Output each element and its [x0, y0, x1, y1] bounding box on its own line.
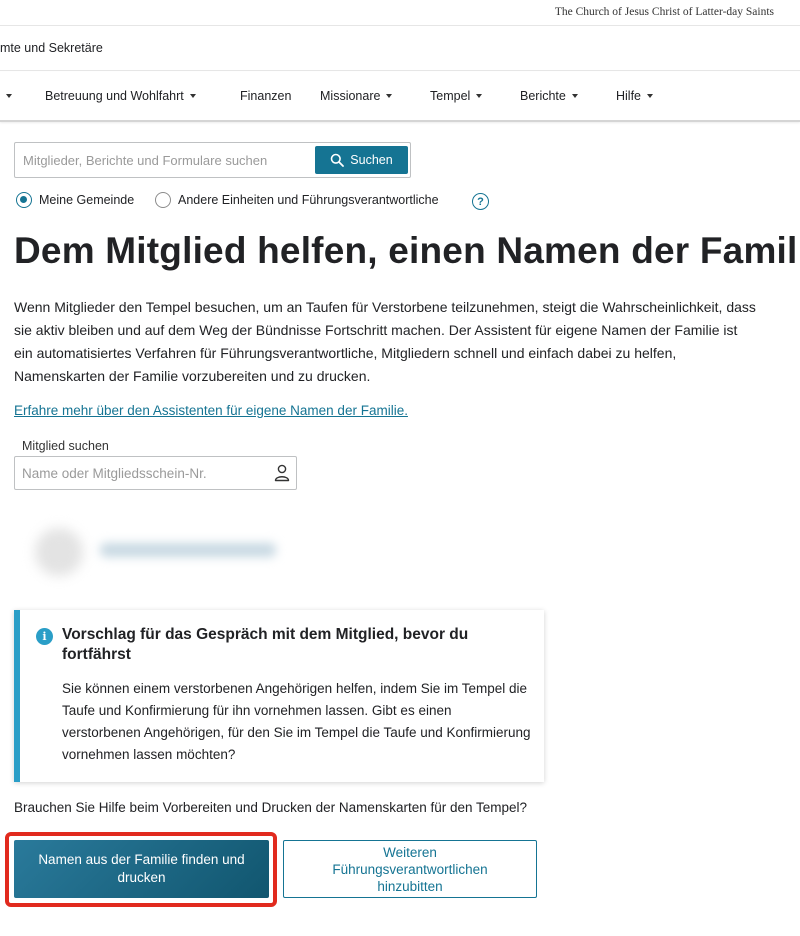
invite-leader-button[interactable]: Weiteren Führungsverantwortlichen hinzub… [283, 840, 537, 898]
sub-header: mte und Sekretäre [0, 27, 800, 71]
radio-my-ward[interactable]: Meine Gemeinde [16, 192, 134, 208]
main-nav: Betreuung und Wohlfahrt Finanzen Mission… [0, 72, 800, 122]
nav-label: Finanzen [240, 89, 292, 103]
nav-item-hilfe[interactable]: Hilfe [616, 89, 654, 103]
nav-label: Hilfe [616, 89, 642, 103]
member-search-input[interactable] [15, 457, 265, 489]
chevron-down-icon [476, 93, 483, 98]
nav-item-berichte[interactable]: Berichte [520, 89, 578, 103]
nav-item-cut-off[interactable] [0, 89, 12, 103]
site-title[interactable]: mte und Sekretäre [0, 41, 103, 55]
help-question: Brauchen Sie Hilfe beim Vorbereiten und … [14, 800, 528, 815]
nav-label: Berichte [520, 89, 566, 103]
callout-title: Vorschlag für das Gespräch mit dem Mitgl… [62, 626, 469, 663]
chevron-down-icon [386, 93, 393, 98]
learn-more-link[interactable]: Erfahre mehr über den Assistenten für ei… [14, 403, 408, 418]
search-input[interactable] [15, 143, 313, 177]
search-button[interactable]: Suchen [315, 146, 408, 174]
radio-checked-icon [16, 192, 32, 208]
brand-name[interactable]: The Church of Jesus Christ of Latter-day… [555, 6, 774, 18]
member-search-label: Mitglied suchen [22, 439, 109, 453]
nav-item-tempel[interactable]: Tempel [430, 89, 483, 103]
member-search-field [14, 456, 297, 490]
person-icon[interactable] [274, 464, 290, 482]
top-bar: The Church of Jesus Christ of Latter-day… [0, 0, 800, 26]
chevron-down-icon [6, 93, 12, 98]
search-button-label: Suchen [350, 153, 393, 167]
nav-item-betreuung[interactable]: Betreuung und Wohlfahrt [45, 89, 196, 103]
blurred-member-name[interactable] [100, 543, 276, 557]
radio-label: Meine Gemeinde [39, 193, 135, 207]
help-icon[interactable]: ? [472, 193, 489, 210]
nav-item-finanzen[interactable]: Finanzen [240, 89, 291, 103]
chevron-down-icon [189, 93, 196, 98]
radio-other-units[interactable]: Andere Einheiten und Führungsverantwortl… [155, 192, 439, 208]
nav-item-missionare[interactable]: Missionare [320, 89, 393, 103]
info-icon: i [36, 628, 53, 645]
radio-label: Andere Einheiten und Führungsverantwortl… [178, 193, 439, 207]
find-and-print-names-button[interactable]: Namen aus der Familie finden und drucken [14, 840, 269, 898]
nav-label: Betreuung und Wohlfahrt [45, 89, 184, 103]
nav-label: Missionare [320, 89, 381, 103]
avatar[interactable] [35, 528, 83, 576]
nav-label: Tempel [430, 89, 471, 103]
radio-unchecked-icon [155, 192, 171, 208]
chevron-down-icon [571, 93, 578, 98]
chevron-down-icon [647, 93, 654, 98]
conversation-tip-callout: i Vorschlag für das Gespräch mit dem Mit… [14, 610, 544, 782]
magnifier-icon [330, 153, 345, 167]
global-search: Suchen [14, 142, 411, 178]
intro-paragraph: Wenn Mitglieder den Tempel besuchen, um … [14, 299, 756, 384]
callout-body: Sie können einem verstorbenen Angehörige… [62, 681, 531, 762]
page-title: Dem Mitglied helfen, einen Namen der Fam… [14, 230, 800, 271]
